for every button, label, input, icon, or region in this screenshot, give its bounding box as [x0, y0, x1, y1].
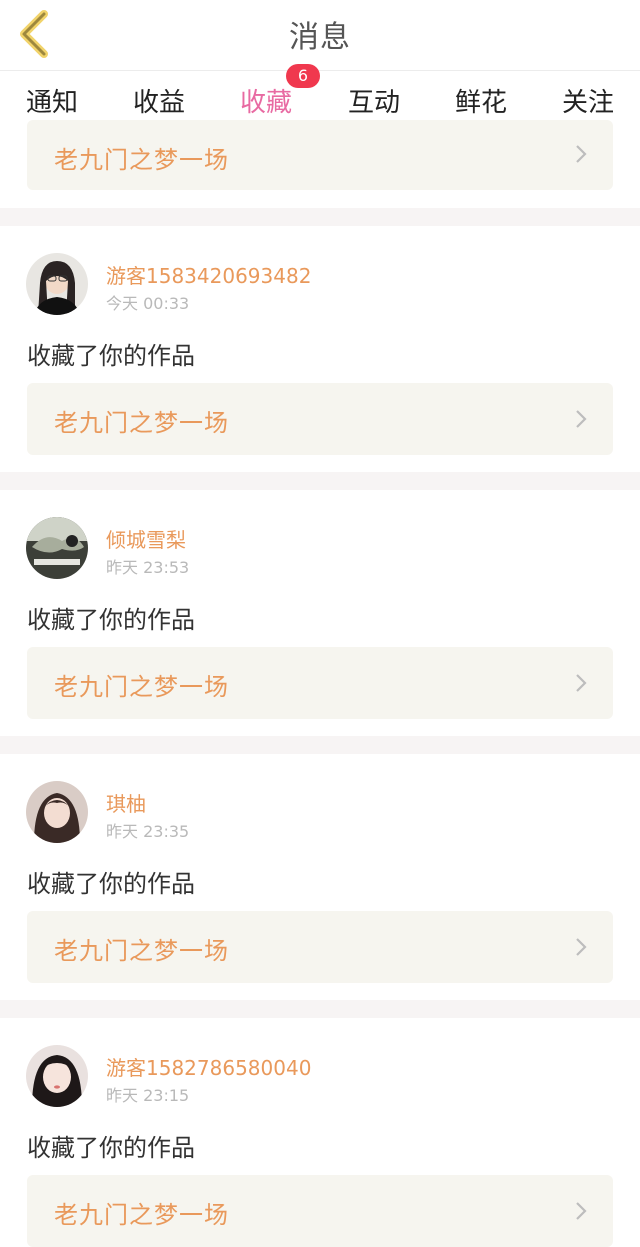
work-link[interactable]: 老九门之梦一场 [27, 120, 613, 190]
avatar-image [26, 253, 88, 315]
action-text: 收藏了你的作品 [27, 1134, 195, 1162]
avatar[interactable] [26, 781, 88, 843]
timestamp: 昨天 23:15 [106, 1086, 190, 1105]
avatar[interactable] [26, 253, 88, 315]
tab-earnings[interactable]: 收益 [119, 82, 199, 119]
chevron-right-icon [576, 410, 587, 428]
work-link[interactable]: 老九门之梦一场 [27, 911, 613, 983]
tab-notifications[interactable]: 通知 [12, 82, 92, 119]
chevron-right-icon [576, 145, 587, 163]
chevron-right-icon [576, 1202, 587, 1220]
action-text: 收藏了你的作品 [27, 870, 195, 898]
work-title: 老九门之梦一场 [54, 937, 229, 965]
work-link[interactable]: 老九门之梦一场 [27, 383, 613, 455]
user-name[interactable]: 倾城雪梨 [106, 524, 186, 553]
list-item: 倾城雪梨 昨天 23:53 收藏了你的作品 老九门之梦一场 [0, 490, 640, 736]
user-name[interactable]: 琪柚 [106, 788, 146, 817]
work-link[interactable]: 老九门之梦一场 [27, 647, 613, 719]
timestamp: 今天 00:33 [106, 294, 190, 313]
chevron-right-icon [576, 938, 587, 956]
tab-flowers[interactable]: 鲜花 [441, 82, 521, 119]
list-item: 琪柚 昨天 23:35 收藏了你的作品 老九门之梦一场 [0, 754, 640, 1000]
divider [0, 208, 640, 226]
timestamp: 昨天 23:35 [106, 822, 190, 841]
timestamp: 昨天 23:53 [106, 558, 190, 577]
page-title: 消息 [289, 20, 351, 55]
user-name[interactable]: 游客1583420693482 [106, 260, 311, 289]
list-item: 游客1582786580040 昨天 23:15 收藏了你的作品 老九门之梦一场 [0, 1018, 640, 1247]
tab-follows[interactable]: 关注 [548, 82, 628, 119]
work-link[interactable]: 老九门之梦一场 [27, 1175, 613, 1247]
list-item: 老九门之梦一场 [0, 120, 640, 208]
avatar[interactable] [26, 517, 88, 579]
divider [0, 1000, 640, 1018]
user-name[interactable]: 游客1582786580040 [106, 1052, 311, 1081]
chevron-right-icon [576, 674, 587, 692]
action-text: 收藏了你的作品 [27, 606, 195, 634]
action-text: 收藏了你的作品 [27, 342, 195, 370]
tab-interactions[interactable]: 互动 [334, 82, 414, 119]
avatar-image [26, 517, 88, 579]
list-item: 游客1583420693482 今天 00:33 收藏了你的作品 老九门之梦一场 [0, 226, 640, 472]
work-title: 老九门之梦一场 [54, 1201, 229, 1229]
work-title: 老九门之梦一场 [54, 409, 229, 437]
divider [0, 736, 640, 754]
work-title: 老九门之梦一场 [54, 673, 229, 701]
top-bar: 消息 [0, 0, 640, 71]
work-title: 老九门之梦一场 [54, 146, 229, 174]
avatar-image [26, 781, 88, 843]
tab-favorites-label: 收藏 [239, 88, 292, 118]
avatar-image [26, 1045, 88, 1107]
avatar[interactable] [26, 1045, 88, 1107]
unread-badge: 6 [286, 64, 320, 88]
divider [0, 472, 640, 490]
